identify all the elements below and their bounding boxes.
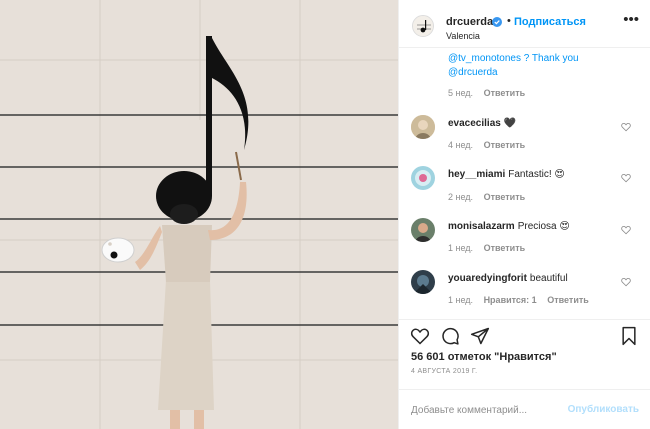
comment-like-heart-icon[interactable] [621,122,631,132]
comment-text: monisalazarm Preciosa 😍 [448,221,570,232]
comment-text: evacecilias 🖤 [448,118,517,129]
likes-count[interactable]: 56 601 отметок "Нравится" [411,351,557,363]
comment-meta: 1 нед. Нравится: 1 Ответить [448,295,597,305]
bookmark-save-icon[interactable] [619,326,639,346]
comment-text: youaredyingforit beautiful [448,273,568,284]
comment-username[interactable]: monisalazarm [448,221,515,232]
comment-text: hey__miami Fantastic! 😍 [448,169,565,180]
share-send-icon[interactable] [470,326,490,346]
comment-username[interactable]: hey__miami [448,169,505,180]
comment-reply-button[interactable]: Ответить [547,295,589,305]
comment-time: 1 нед. [448,243,474,253]
comment-time: 4 нед. [448,140,474,150]
separator-dot: • [507,15,511,27]
comment-reply-button[interactable]: Ответить [484,192,526,202]
verified-badge-icon [492,17,502,27]
comment-bubble-icon[interactable] [440,326,460,346]
author-avatar[interactable] [412,15,434,37]
caption-time: 5 нед. [448,88,474,98]
post-date: 4 АВГУСТА 2019 Г. [411,368,478,375]
like-heart-icon[interactable] [410,326,430,346]
author-username[interactable]: drcuerda [446,16,493,28]
comment-avatar[interactable] [411,166,435,190]
comment-time: 2 нед. [448,192,474,202]
comments-list[interactable]: @tv_monotones ? Thank you @drcuerda 5 не… [399,49,650,318]
follow-button[interactable]: Подписаться [514,16,586,28]
comment-avatar[interactable] [411,218,435,242]
comment-meta: 1 нед. Ответить [448,243,533,253]
add-comment-bar: Опубликовать [399,389,650,429]
more-options-icon[interactable]: ••• [623,12,639,27]
comment-reply-button[interactable]: Ответить [484,243,526,253]
comment-avatar[interactable] [411,270,435,294]
post-actions: 56 601 отметок "Нравится" 4 АВГУСТА 2019… [399,319,650,375]
comment-like-heart-icon[interactable] [621,225,631,235]
post-header: drcuerda • Подписаться Valencia ••• [399,0,650,48]
caption-mention-line[interactable]: @tv_monotones ? Thank you [448,53,579,64]
post-photo[interactable] [0,0,398,429]
comment-likes-count[interactable]: Нравится: 1 [484,295,537,305]
photo-illustration [0,0,398,429]
comment-username[interactable]: youaredyingforit [448,273,527,284]
comment-avatar[interactable] [411,115,435,139]
comment-like-heart-icon[interactable] [621,173,631,183]
caption-meta: 5 нед. Ответить [448,88,533,98]
comment-meta: 4 нед. Ответить [448,140,533,150]
publish-comment-button[interactable]: Опубликовать [568,404,639,415]
comment-like-heart-icon[interactable] [621,277,631,287]
post-side-panel: drcuerda • Подписаться Valencia ••• @tv_… [398,0,650,429]
comment-time: 1 нед. [448,295,474,305]
caption-reply-button[interactable]: Ответить [484,88,526,98]
comment-username[interactable]: evacecilias [448,118,501,129]
post-location[interactable]: Valencia [446,31,480,41]
comment-reply-button[interactable]: Ответить [484,140,526,150]
comment-input[interactable] [411,400,561,420]
comment-meta: 2 нед. Ответить [448,192,533,202]
caption-mention-author[interactable]: @drcuerda [448,67,498,78]
